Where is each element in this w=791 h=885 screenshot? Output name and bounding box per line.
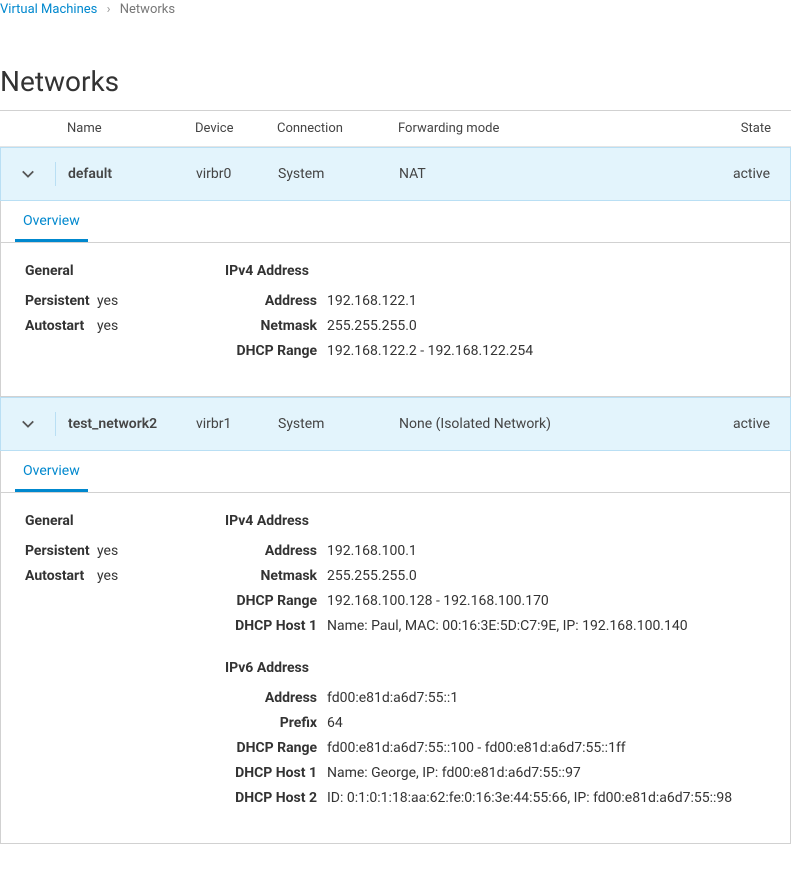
chevron-right-icon: ›	[107, 2, 111, 17]
label-persistent: Persistent	[25, 543, 97, 559]
heading-ipv4: IPv4 Address	[225, 263, 766, 279]
col-header-state: State	[658, 121, 791, 136]
label-address: Address	[225, 543, 327, 559]
label-dhcp-host1: DHCP Host 1	[225, 618, 327, 634]
label-prefix: Prefix	[225, 715, 327, 731]
network-state: active	[659, 416, 790, 432]
chevron-down-icon[interactable]	[21, 417, 35, 431]
details-panel: Overview General Persistent yes Autostar…	[0, 451, 791, 844]
value-ipv6-address: fd00:e81d:a6d7:55::1	[327, 690, 766, 706]
value-ipv6-dhcp-range: fd00:e81d:a6d7:55::100 - fd00:e81d:a6d7:…	[327, 740, 766, 756]
label-dhcp-host1: DHCP Host 1	[225, 765, 327, 781]
network-forwarding: None (Isolated Network)	[399, 416, 659, 432]
label-autostart: Autostart	[25, 318, 97, 334]
label-netmask: Netmask	[225, 568, 327, 584]
network-device: virbr1	[196, 416, 278, 432]
value-ipv6-dhcp-host1: Name: George, IP: fd00:e81d:a6d7:55::97	[327, 765, 766, 781]
network-device: virbr0	[196, 166, 278, 182]
networks-table: Name Device Connection Forwarding mode S…	[0, 110, 791, 844]
value-autostart: yes	[97, 318, 118, 334]
value-ipv4-dhcp-range: 192.168.122.2 - 192.168.122.254	[327, 343, 766, 359]
table-row[interactable]: default virbr0 System NAT active	[0, 147, 791, 201]
value-ipv4-address: 192.168.100.1	[327, 543, 766, 559]
network-name: test_network2	[56, 416, 196, 432]
heading-general: General	[25, 263, 225, 279]
tabs: Overview	[1, 451, 790, 493]
table-header-row: Name Device Connection Forwarding mode S…	[0, 111, 791, 147]
label-dhcp-range: DHCP Range	[225, 343, 327, 359]
value-ipv4-netmask: 255.255.255.0	[327, 568, 766, 584]
network-forwarding: NAT	[399, 166, 659, 182]
label-autostart: Autostart	[25, 568, 97, 584]
breadcrumb: Virtual Machines › Networks	[0, 0, 791, 17]
label-netmask: Netmask	[225, 318, 327, 334]
heading-ipv4: IPv4 Address	[225, 513, 766, 529]
value-ipv6-prefix: 64	[327, 715, 766, 731]
tabs: Overview	[1, 201, 790, 243]
value-ipv4-netmask: 255.255.255.0	[327, 318, 766, 334]
page-title: Networks	[0, 65, 791, 98]
network-connection: System	[278, 416, 399, 432]
label-address: Address	[225, 293, 327, 309]
col-header-forwarding: Forwarding mode	[398, 121, 658, 136]
value-ipv4-dhcp-host1: Name: Paul, MAC: 00:16:3E:5D:C7:9E, IP: …	[327, 618, 766, 634]
label-address: Address	[225, 690, 327, 706]
col-header-name: Name	[55, 121, 195, 136]
network-name: default	[56, 166, 196, 182]
breadcrumb-current: Networks	[120, 2, 175, 17]
value-ipv6-dhcp-host2: ID: 0:1:0:1:18:aa:62:fe:0:16:3e:44:55:66…	[327, 790, 766, 806]
label-dhcp-host2: DHCP Host 2	[225, 790, 327, 806]
breadcrumb-link-vm[interactable]: Virtual Machines	[0, 2, 97, 17]
col-header-device: Device	[195, 121, 277, 136]
tab-overview[interactable]: Overview	[15, 201, 88, 242]
network-state: active	[659, 166, 790, 182]
details-panel: Overview General Persistent yes Autostar…	[0, 201, 791, 397]
heading-ipv6: IPv6 Address	[225, 660, 766, 676]
heading-general: General	[25, 513, 225, 529]
table-row[interactable]: test_network2 virbr1 System None (Isolat…	[0, 397, 791, 451]
value-ipv4-address: 192.168.122.1	[327, 293, 766, 309]
value-persistent: yes	[97, 293, 118, 309]
tab-overview[interactable]: Overview	[15, 451, 88, 492]
label-persistent: Persistent	[25, 293, 97, 309]
chevron-down-icon[interactable]	[21, 167, 35, 181]
label-dhcp-range: DHCP Range	[225, 740, 327, 756]
value-ipv4-dhcp-range: 192.168.100.128 - 192.168.100.170	[327, 593, 766, 609]
label-dhcp-range: DHCP Range	[225, 593, 327, 609]
network-connection: System	[278, 166, 399, 182]
value-persistent: yes	[97, 543, 118, 559]
value-autostart: yes	[97, 568, 118, 584]
col-header-connection: Connection	[277, 121, 398, 136]
